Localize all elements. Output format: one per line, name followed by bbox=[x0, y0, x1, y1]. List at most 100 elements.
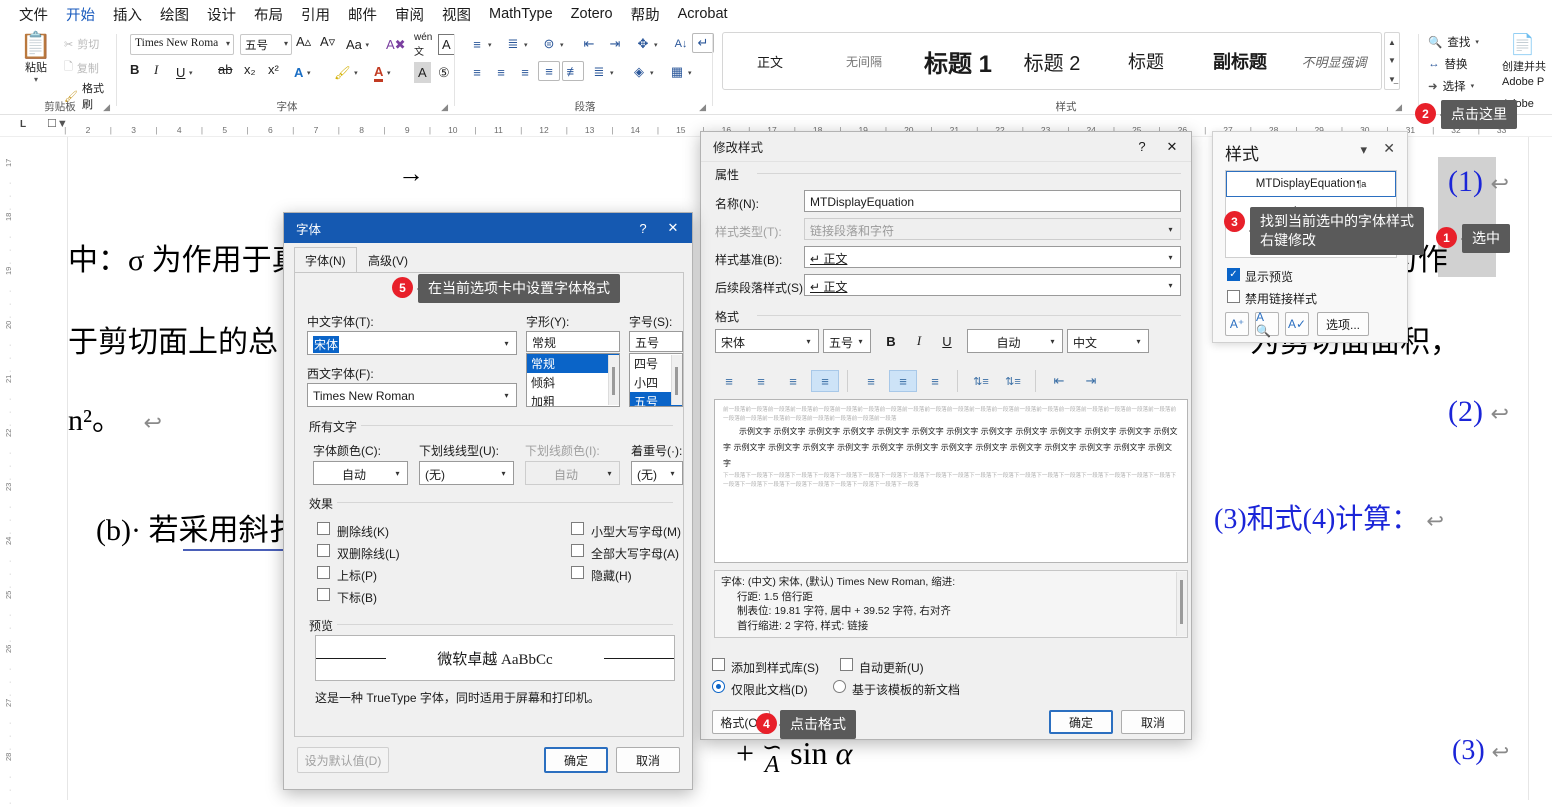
more-styles-icon[interactable]: ▼̲ bbox=[1388, 75, 1396, 84]
style-gallery-scrollbar[interactable]: ▲ ▼ ▼̲ bbox=[1384, 32, 1400, 90]
menu-item-layout[interactable]: 布局 bbox=[245, 2, 292, 27]
subscript-checkbox[interactable] bbox=[317, 588, 330, 601]
style-italic-button[interactable]: I bbox=[907, 330, 931, 352]
align-center-icon[interactable]: ≡ bbox=[490, 62, 512, 82]
chevron-down-icon[interactable]: ▾ bbox=[1162, 276, 1179, 294]
menu-item-review[interactable]: 审阅 bbox=[386, 2, 433, 27]
menu-item-mathtype[interactable]: MathType bbox=[480, 4, 562, 24]
character-shading-icon[interactable]: A bbox=[414, 62, 431, 83]
chevron-down-icon[interactable]: ▾ bbox=[560, 41, 564, 49]
modify-style-titlebar[interactable]: 修改样式 ? ✕ bbox=[701, 132, 1191, 162]
font-name-input[interactable]: Times New Roma ▾ bbox=[130, 34, 234, 55]
asian-layout-icon[interactable]: ✥ bbox=[632, 34, 654, 54]
chevron-down-icon[interactable]: ▾ bbox=[14, 75, 58, 84]
adobe-pdf-icon[interactable]: 📄 bbox=[1510, 32, 1535, 57]
style-space-before-icon[interactable]: ⇅≡ bbox=[967, 370, 995, 392]
chevron-down-icon[interactable]: ▾ bbox=[1130, 331, 1147, 351]
style-line-spacing-1_5-icon[interactable]: ≡ bbox=[889, 370, 917, 392]
copy-button[interactable]: 🗋 复制 bbox=[64, 58, 99, 77]
manage-styles-icon[interactable]: A✓ bbox=[1285, 312, 1309, 336]
superscript-checkbox[interactable] bbox=[317, 566, 330, 579]
distribute-icon[interactable]: ≢ bbox=[562, 61, 584, 81]
chevron-down-icon[interactable]: ▾ bbox=[1475, 38, 1479, 46]
chevron-down-icon[interactable]: ▾ bbox=[226, 39, 230, 48]
borders-icon[interactable]: ▦ bbox=[666, 62, 688, 82]
numbering-icon[interactable]: ≣ bbox=[502, 34, 524, 54]
modify-style-dialog[interactable]: 修改样式 ? ✕ 属性 名称(N): MTDisplayEquation 样式类… bbox=[700, 131, 1192, 740]
line-spacing-icon[interactable]: ≣ bbox=[588, 62, 610, 82]
font-style-option-italic[interactable]: 倾斜 bbox=[527, 373, 619, 392]
chevron-down-icon[interactable]: ▾ bbox=[284, 39, 288, 48]
styles-pane-item-mtdisplayequation[interactable]: MTDisplayEquation ¶a bbox=[1226, 171, 1396, 197]
style-language-select[interactable]: 中文 ▾ bbox=[1067, 329, 1149, 353]
close-icon[interactable]: ✕ bbox=[658, 214, 688, 242]
new-documents-radio[interactable] bbox=[833, 680, 846, 693]
font-color-select[interactable]: 自动 ▾ bbox=[313, 461, 408, 485]
font-size-input[interactable]: 五号 bbox=[629, 331, 683, 352]
shading-icon[interactable]: ◈ bbox=[628, 62, 650, 82]
font-size-listbox[interactable]: 四号 小四 五号 bbox=[629, 353, 683, 407]
style-color-select[interactable]: 自动 ▾ bbox=[967, 329, 1063, 353]
sort-icon[interactable]: A↓ bbox=[670, 34, 692, 54]
emphasis-mark-select[interactable]: (无) ▾ bbox=[631, 461, 683, 485]
select-button[interactable]: ➜ 选择 ▾ bbox=[1428, 78, 1474, 94]
show-preview-checkbox[interactable]: ✓ bbox=[1227, 268, 1240, 281]
phonetic-guide-icon[interactable]: wén 文 bbox=[414, 32, 432, 58]
text-effects-icon[interactable]: A ▾ bbox=[294, 62, 311, 83]
tab-selector[interactable]: L bbox=[20, 119, 26, 130]
style-line-spacing-double-icon[interactable]: ≡ bbox=[921, 370, 949, 392]
cut-button[interactable]: ✂ 剪切 bbox=[64, 36, 99, 52]
modify-style-cancel-button[interactable]: 取消 bbox=[1121, 710, 1185, 734]
chevron-down-icon[interactable]: ▾ bbox=[610, 69, 614, 77]
menu-item-draw[interactable]: 绘图 bbox=[151, 2, 198, 27]
vertical-ruler[interactable]: 17 · · · 18 · · · 19 · · · 20 · · · 21 · · · 22 · · · 23 · · · 24 · · ·… bbox=[0, 137, 24, 807]
close-icon[interactable]: ✕ bbox=[1383, 140, 1395, 157]
style-align-left-icon[interactable]: ≡ bbox=[715, 370, 743, 392]
add-to-gallery-checkbox[interactable] bbox=[712, 658, 725, 671]
cn-font-input[interactable]: 宋体 ▾ bbox=[307, 331, 517, 355]
styles-options-button[interactable]: 选项... bbox=[1317, 312, 1369, 336]
menu-item-design[interactable]: 设计 bbox=[198, 2, 245, 27]
adobe-line2[interactable]: Adobe P bbox=[1502, 76, 1544, 88]
style-font-size-select[interactable]: 五号 ▾ bbox=[823, 329, 871, 353]
paragraph-dialog-launcher[interactable]: ◢ bbox=[699, 102, 706, 113]
style-decrease-indent-icon[interactable]: ⇤ bbox=[1045, 370, 1073, 392]
character-border-icon[interactable]: A bbox=[438, 34, 455, 55]
decrease-indent-icon[interactable]: ⇤ bbox=[578, 34, 600, 54]
chevron-down-icon[interactable]: ▾ bbox=[495, 463, 512, 483]
font-style-option-bold[interactable]: 加粗 bbox=[527, 392, 619, 406]
chevron-down-icon[interactable]: ▾ bbox=[1360, 142, 1367, 158]
disable-linked-styles-checkbox[interactable] bbox=[1227, 290, 1240, 303]
style-underline-button[interactable]: U bbox=[935, 330, 959, 352]
font-style-option-regular[interactable]: 常规 bbox=[527, 354, 619, 373]
chevron-down-icon[interactable]: ▾ bbox=[688, 69, 692, 77]
style-description-scrollbar[interactable] bbox=[1176, 572, 1187, 636]
style-gallery-item-heading1[interactable]: 标题 1 bbox=[911, 44, 1005, 79]
subscript-icon[interactable]: x₂ bbox=[244, 62, 266, 83]
bullets-icon[interactable]: ≡ bbox=[466, 34, 488, 54]
font-ok-button[interactable]: 确定 bbox=[544, 747, 608, 773]
style-bold-button[interactable]: B bbox=[879, 330, 903, 352]
style-line-spacing-single-icon[interactable]: ≡ bbox=[857, 370, 885, 392]
change-case-icon[interactable]: Aa ▾ bbox=[346, 34, 369, 55]
chevron-down-icon[interactable]: ▾ bbox=[1044, 331, 1061, 351]
style-gallery-item-nospacing[interactable]: 无间隔 bbox=[817, 53, 911, 70]
scroll-up-icon[interactable]: ▲ bbox=[1388, 38, 1396, 47]
chevron-down-icon[interactable]: ▾ bbox=[1162, 248, 1179, 266]
find-button[interactable]: 🔍 查找 ▾ bbox=[1428, 34, 1479, 50]
west-font-input[interactable]: Times New Roman ▾ bbox=[307, 383, 517, 407]
next-style-select[interactable]: ↵ 正文 ▾ bbox=[804, 274, 1181, 296]
close-icon[interactable]: ✕ bbox=[1157, 133, 1187, 161]
new-style-icon[interactable]: A⁺ bbox=[1225, 312, 1249, 336]
styles-dialog-launcher[interactable]: ◢ bbox=[1395, 102, 1402, 113]
italic-button[interactable]: I bbox=[154, 62, 176, 83]
chevron-down-icon[interactable]: ▾ bbox=[664, 463, 681, 483]
style-base-select[interactable]: ↵ 正文 ▾ bbox=[804, 246, 1181, 268]
all-caps-checkbox[interactable] bbox=[571, 544, 584, 557]
style-gallery-item-title[interactable]: 标题 bbox=[1099, 48, 1193, 74]
small-caps-checkbox[interactable] bbox=[571, 522, 584, 535]
paste-button[interactable]: 📋 粘贴 ▾ bbox=[14, 32, 58, 84]
underline-button[interactable]: U ▾ bbox=[176, 62, 193, 83]
style-space-after-icon[interactable]: ⇅≡ bbox=[999, 370, 1027, 392]
style-gallery-item-heading2[interactable]: 标题 2 bbox=[1005, 47, 1099, 76]
